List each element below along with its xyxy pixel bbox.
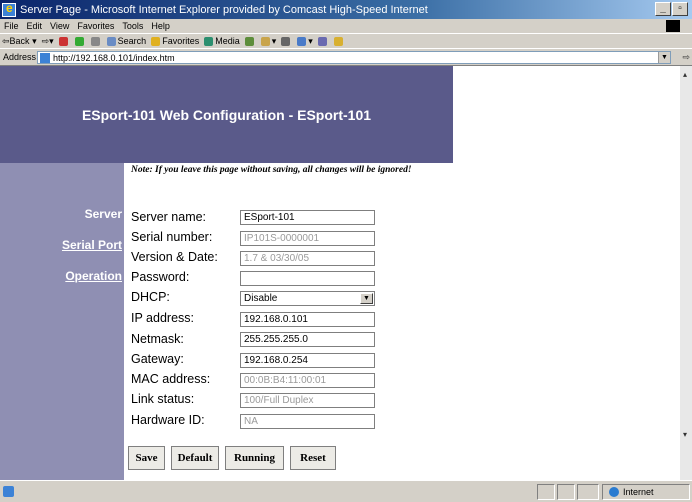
favorites-button[interactable]: Favorites xyxy=(151,36,199,46)
forward-arrow-icon: ⇨ xyxy=(41,35,50,46)
scroll-down-icon[interactable]: ▾ xyxy=(683,430,687,439)
gateway-label: Gateway: xyxy=(131,352,184,366)
version-date-label: Version & Date: xyxy=(131,250,218,264)
menu-tools[interactable]: Tools xyxy=(122,21,143,31)
discuss-icon xyxy=(317,36,327,46)
edit-button[interactable]: ▾ xyxy=(297,36,313,47)
refresh-button[interactable] xyxy=(74,36,86,46)
address-bar: Address http://192.168.0.101/index.htm ▼… xyxy=(0,48,692,64)
ip-address-label: IP address: xyxy=(131,311,195,325)
home-icon xyxy=(90,36,100,46)
stop-button[interactable] xyxy=(58,36,70,46)
minimize-button[interactable]: _ xyxy=(655,2,671,16)
address-label: Address xyxy=(3,51,37,62)
status-pane xyxy=(537,484,555,500)
menu-bar: File Edit View Favorites Tools Help xyxy=(0,19,692,33)
menu-view[interactable]: View xyxy=(50,21,69,31)
print-button[interactable] xyxy=(281,36,292,46)
status-pane xyxy=(577,484,599,500)
page-header: ESport-101 Web Configuration - ESport-10… xyxy=(0,66,453,163)
address-dropdown-button[interactable]: ▼ xyxy=(658,52,670,63)
security-zone-label: Internet xyxy=(623,487,654,497)
menu-edit[interactable]: Edit xyxy=(27,21,43,31)
server-name-input[interactable]: ESport-101 xyxy=(240,210,375,225)
netmask-label: Netmask: xyxy=(131,332,184,346)
serial-number-label: Serial number: xyxy=(131,230,213,244)
stop-icon xyxy=(58,36,68,46)
messenger-button[interactable] xyxy=(333,36,345,46)
dhcp-select[interactable]: Disable ▼ xyxy=(240,291,375,306)
vertical-scrollbar[interactable]: ▴ ▾ xyxy=(680,66,692,480)
mac-address-field: 00:0B:B4:11:00:01 xyxy=(240,373,375,388)
media-icon xyxy=(204,36,214,46)
history-icon xyxy=(244,36,254,46)
mail-button[interactable]: ▾ xyxy=(260,36,276,47)
discuss-button[interactable] xyxy=(317,36,329,46)
running-button[interactable]: Running xyxy=(225,446,284,470)
browser-window: Server Page - Microsoft Internet Explore… xyxy=(0,0,692,502)
home-button[interactable] xyxy=(90,36,102,46)
password-input[interactable] xyxy=(240,271,375,286)
favorites-icon xyxy=(151,36,161,46)
unsaved-changes-note: Note: If you leave this page without sav… xyxy=(131,165,412,175)
default-button[interactable]: Default xyxy=(171,446,219,470)
status-bar: Internet xyxy=(0,480,692,502)
refresh-icon xyxy=(74,36,84,46)
edit-icon xyxy=(297,36,307,46)
nav-serial-port[interactable]: Serial Port xyxy=(62,238,122,252)
version-date-field: 1.7 & 03/30/05 xyxy=(240,251,375,266)
toolbar: ⇦ Back ▾ ⇨ ▾ Search Favorites Media ▾ ▾ xyxy=(0,33,692,48)
mac-address-label: MAC address: xyxy=(131,372,211,386)
status-pane xyxy=(557,484,575,500)
address-input[interactable]: http://192.168.0.101/index.htm ▼ xyxy=(37,51,671,64)
page-icon xyxy=(40,52,50,63)
forward-button[interactable]: ⇨ ▾ xyxy=(42,36,54,47)
media-button[interactable]: Media xyxy=(204,36,240,46)
page-title: ESport-101 Web Configuration - ESport-10… xyxy=(81,106,372,123)
chevron-down-icon[interactable]: ▼ xyxy=(360,293,373,304)
history-button[interactable] xyxy=(244,36,256,46)
scroll-up-icon[interactable]: ▴ xyxy=(683,70,687,79)
reset-button[interactable]: Reset xyxy=(290,446,336,470)
maximize-button[interactable]: ▫ xyxy=(672,2,688,16)
hardware-id-label: Hardware ID: xyxy=(131,413,205,427)
nav-operation[interactable]: Operation xyxy=(65,269,122,283)
search-button[interactable]: Search xyxy=(106,36,146,46)
serial-number-field: IP101S-0000001 xyxy=(240,231,375,246)
security-zone: Internet xyxy=(602,484,690,500)
nav-server[interactable]: Server xyxy=(85,207,122,221)
dhcp-label: DHCP: xyxy=(131,290,170,304)
menu-help[interactable]: Help xyxy=(151,21,170,31)
gateway-input[interactable]: 192.168.0.254 xyxy=(240,353,375,368)
menu-favorites[interactable]: Favorites xyxy=(77,21,114,31)
menu-file[interactable]: File xyxy=(4,21,19,31)
go-arrow-icon[interactable]: ⇨ xyxy=(682,52,690,63)
mail-icon xyxy=(260,36,270,46)
hardware-id-field: NA xyxy=(240,414,375,429)
address-url: http://192.168.0.101/index.htm xyxy=(53,52,175,63)
link-status-field: 100/Full Duplex xyxy=(240,393,375,408)
sidebar: Server Serial Port Operation xyxy=(0,163,124,480)
globe-icon xyxy=(609,487,619,497)
title-bar: Server Page - Microsoft Internet Explore… xyxy=(0,0,692,19)
server-name-label: Server name: xyxy=(131,210,207,224)
page-viewport: ESport-101 Web Configuration - ESport-10… xyxy=(0,65,692,480)
password-label: Password: xyxy=(131,270,190,284)
window-title: Server Page - Microsoft Internet Explore… xyxy=(20,3,428,16)
page-status-icon xyxy=(3,486,14,497)
back-button[interactable]: ⇦ Back ▾ xyxy=(2,36,37,47)
back-arrow-icon: ⇦ xyxy=(2,35,10,46)
link-status-label: Link status: xyxy=(131,392,195,406)
print-icon xyxy=(281,36,291,46)
internet-explorer-icon xyxy=(2,1,16,17)
ip-address-input[interactable]: 192.168.0.101 xyxy=(240,312,375,327)
save-button[interactable]: Save xyxy=(128,446,165,470)
messenger-icon xyxy=(333,36,343,46)
windows-logo-icon xyxy=(666,20,680,32)
search-icon xyxy=(106,36,116,46)
dhcp-selected-value: Disable xyxy=(244,293,278,304)
netmask-input[interactable]: 255.255.255.0 xyxy=(240,332,375,347)
